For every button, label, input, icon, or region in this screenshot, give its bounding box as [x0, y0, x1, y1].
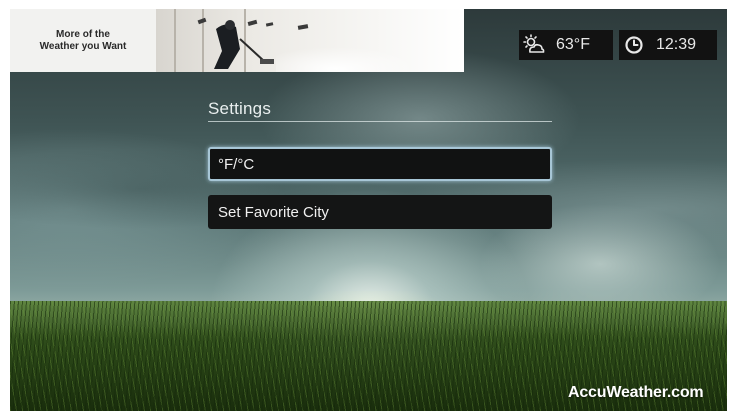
partly-sunny-icon — [519, 30, 549, 60]
weather-status: 63°F — [519, 30, 613, 60]
title-divider — [208, 121, 552, 122]
menu-item-label: Set Favorite City — [218, 203, 329, 221]
clock-status: 12:39 — [619, 30, 717, 60]
sky — [10, 69, 727, 309]
clock-icon — [619, 30, 649, 60]
menu-item-set-favorite-city[interactable]: Set Favorite City — [208, 195, 552, 229]
temperature: 63°F — [556, 36, 590, 53]
ad-text: More of the Weather you Want — [39, 28, 127, 52]
page-title: Settings — [208, 99, 272, 118]
brand-logo: AccuWeather.com — [568, 384, 704, 401]
ad-banner[interactable]: More of the Weather you Want — [10, 9, 464, 72]
menu-item-label: °F/°C — [218, 155, 255, 173]
menu-item-temperature-unit[interactable]: °F/°C — [208, 147, 552, 181]
ad-photo — [156, 9, 464, 72]
clock-time: 12:39 — [656, 36, 697, 53]
